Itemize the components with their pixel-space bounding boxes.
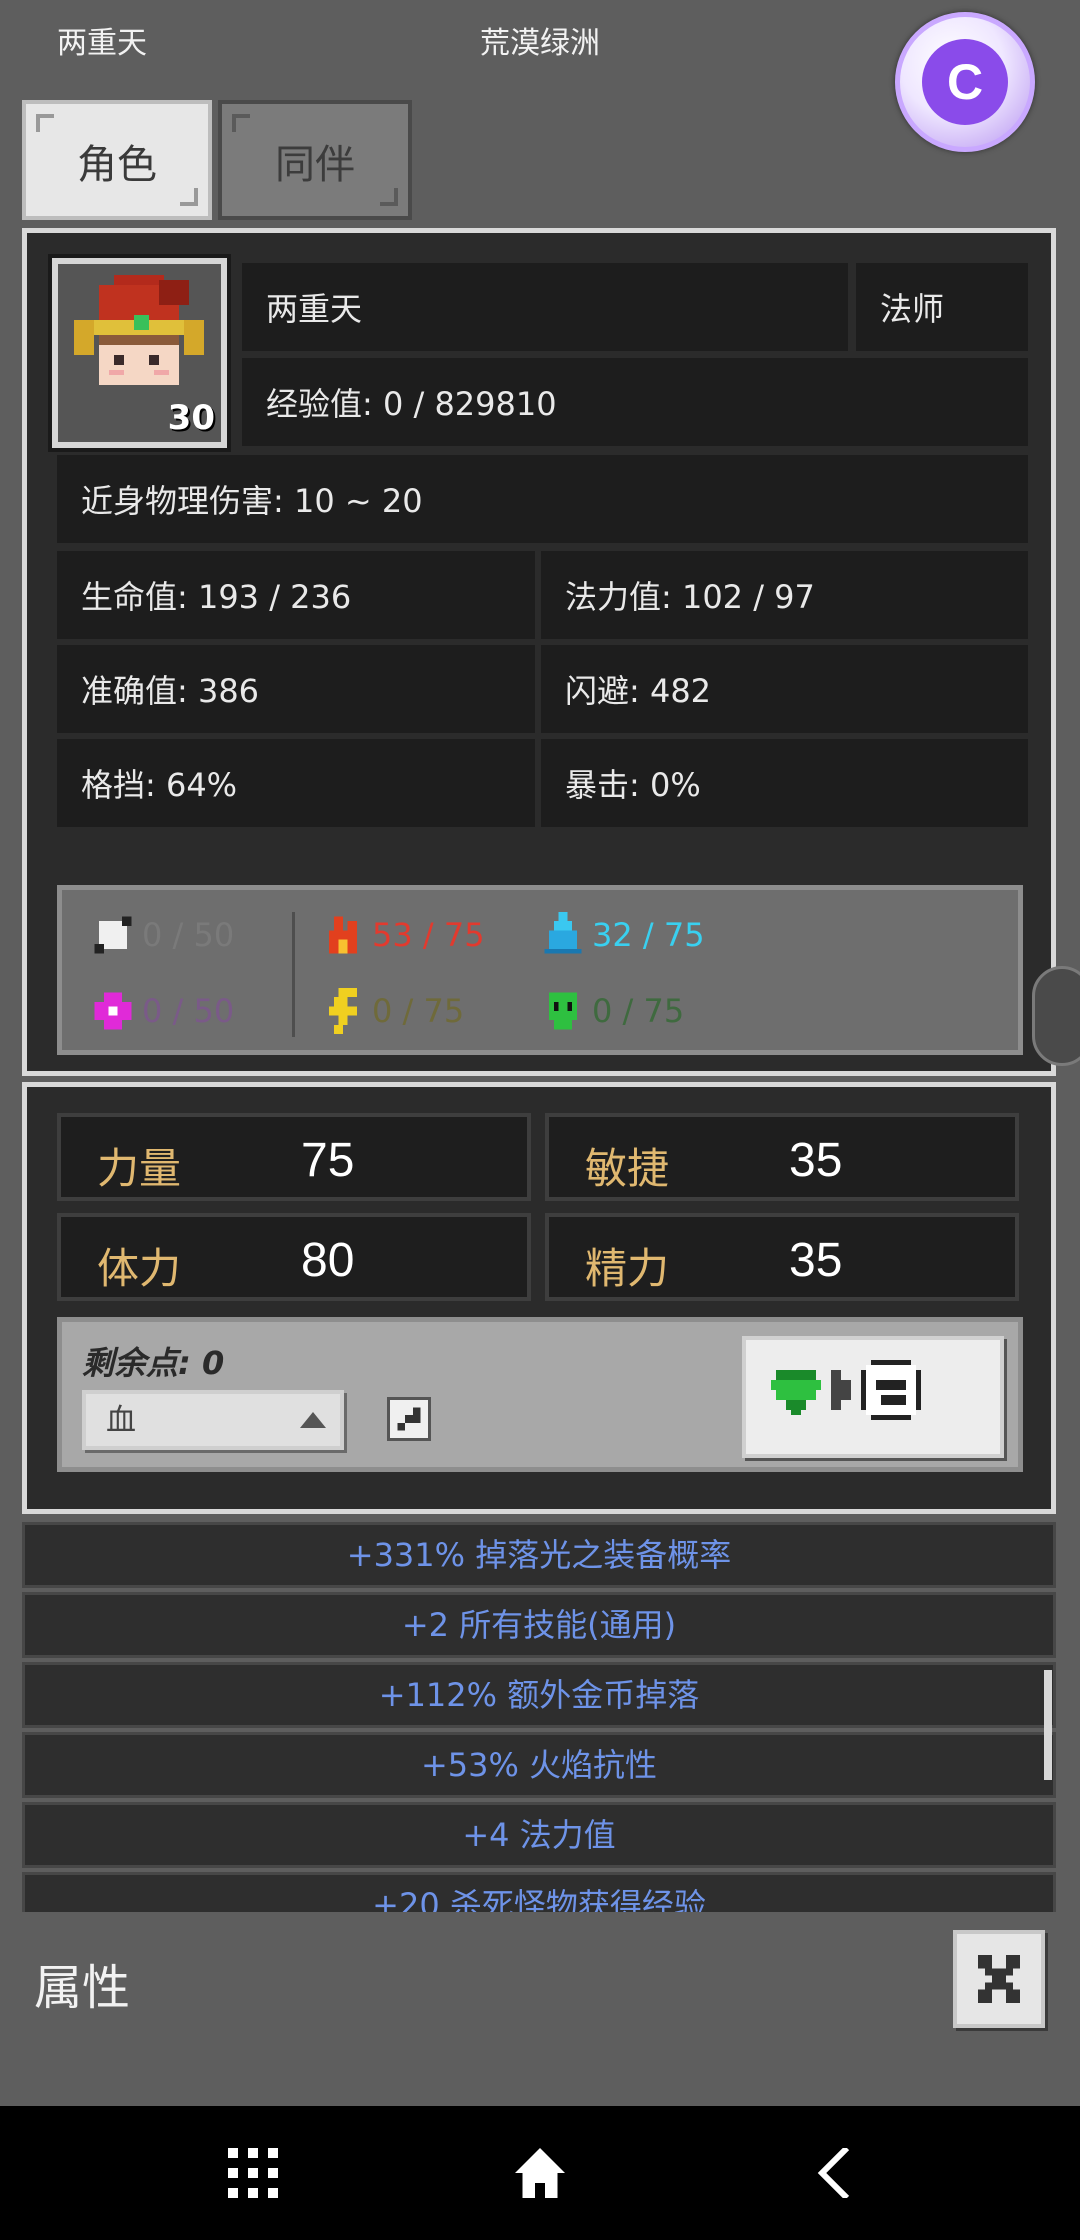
tab-character[interactable]: 角色 [22, 100, 212, 220]
resistance-panel: 0 / 50 0 / 50 53 / 75 0 / 75 32 / 75 0 /… [57, 885, 1023, 1055]
home-icon[interactable] [515, 2148, 565, 2198]
screen-title: 属性 [34, 1960, 131, 2016]
resist-poison: 0 / 75 [540, 988, 684, 1034]
resist-poison-value: 0 / 75 [592, 992, 685, 1030]
list-item: +53% 火焰抗性 [22, 1732, 1056, 1798]
attribute-select-value: 血 [106, 1403, 136, 1438]
attr-agility: 敏捷 35 [545, 1113, 1019, 1201]
attr-strength: 力量 75 [57, 1113, 531, 1201]
list-item: +20 杀死怪物获得经验 [22, 1872, 1056, 1912]
hp-value: 生命值: 193 / 236 [57, 551, 535, 639]
close-icon [978, 1954, 1020, 2004]
skill-points-box: 剩余点: 0 血 [57, 1317, 1023, 1472]
dodge-value: 闪避: 482 [541, 645, 1028, 733]
list-item: +4 法力值 [22, 1802, 1056, 1868]
physical-resist-icon [94, 916, 132, 954]
back-icon[interactable] [812, 2148, 862, 2198]
attr-vitality-value: 80 [301, 1234, 355, 1287]
attr-agility-label: 敏捷 [585, 1144, 670, 1193]
resist-arcane: 0 / 50 [90, 988, 234, 1034]
accuracy-value: 准确值: 386 [57, 645, 535, 733]
bonus-list-scrollbar[interactable] [1044, 1670, 1052, 1780]
resist-lightning-value: 0 / 75 [372, 992, 465, 1030]
resist-fire: 53 / 75 [320, 912, 485, 958]
character-name: 两重天 [242, 263, 848, 351]
resist-lightning: 0 / 75 [320, 988, 464, 1034]
chevron-up-icon [300, 1412, 326, 1428]
attr-energy-label: 精力 [585, 1244, 670, 1293]
system-nav-bar [0, 2106, 1080, 2240]
list-item: +331% 掉落光之装备概率 [22, 1522, 1056, 1588]
app-grid-icon[interactable] [228, 2148, 278, 2198]
attr-vitality-label: 体力 [97, 1244, 182, 1293]
character-portrait: 30 [52, 258, 227, 448]
tab-companion-label: 同伴 [275, 142, 355, 188]
attr-energy: 精力 35 [545, 1213, 1019, 1301]
gem-to-refresh-icon [771, 1360, 921, 1420]
crit-value: 暴击: 0% [541, 739, 1028, 827]
mp-value: 法力值: 102 / 97 [541, 551, 1028, 639]
resist-physical: 0 / 50 [90, 912, 234, 958]
block-value: 格挡: 64% [57, 739, 535, 827]
bonus-list[interactable]: +331% 掉落光之装备概率 +2 所有技能(通用) +112% 额外金币掉落 … [22, 1522, 1056, 1912]
character-level: 30 [167, 398, 215, 438]
melee-damage: 近身物理伤害: 10 ~ 20 [57, 455, 1028, 543]
floating-assistant-button[interactable] [1032, 966, 1080, 1066]
tab-companion[interactable]: 同伴 [218, 100, 412, 220]
list-item: +112% 额外金币掉落 [22, 1662, 1056, 1728]
experience-value: 经验值: 0 / 829810 [242, 358, 1028, 446]
fire-resist-icon [329, 916, 357, 954]
list-item: +2 所有技能(通用) [22, 1592, 1056, 1658]
arcane-resist-icon [94, 992, 132, 1030]
gem-convert-button[interactable] [742, 1336, 1004, 1458]
attr-vitality: 体力 80 [57, 1213, 531, 1301]
attr-agility-value: 35 [789, 1134, 843, 1187]
resist-cold: 32 / 75 [540, 912, 705, 958]
character-class: 法师 [856, 263, 1028, 351]
resist-arcane-value: 0 / 50 [142, 992, 235, 1030]
character-panel: 30 两重天 法师 经验值: 0 / 829810 近身物理伤害: 10 ~ 2… [22, 228, 1056, 1076]
attr-strength-label: 力量 [97, 1144, 182, 1193]
poison-resist-icon [549, 992, 577, 1030]
attribute-select[interactable]: 血 [82, 1390, 344, 1450]
attributes-panel: 力量 75 敏捷 35 体力 80 精力 35 剩余点: 0 血 [22, 1082, 1056, 1514]
close-button[interactable] [953, 1930, 1045, 2028]
tab-character-label: 角色 [77, 142, 157, 188]
attr-energy-value: 35 [789, 1234, 843, 1287]
attr-strength-value: 75 [301, 1134, 355, 1187]
edit-icon[interactable] [387, 1397, 431, 1441]
water-resist-icon [544, 912, 582, 954]
lightning-resist-icon [329, 988, 357, 1034]
assistant-app-icon[interactable]: C [895, 12, 1035, 152]
resist-physical-value: 0 / 50 [142, 916, 235, 954]
resist-cold-value: 32 / 75 [592, 916, 705, 954]
resist-fire-value: 53 / 75 [372, 916, 485, 954]
remaining-points: 剩余点: 0 [82, 1344, 225, 1382]
